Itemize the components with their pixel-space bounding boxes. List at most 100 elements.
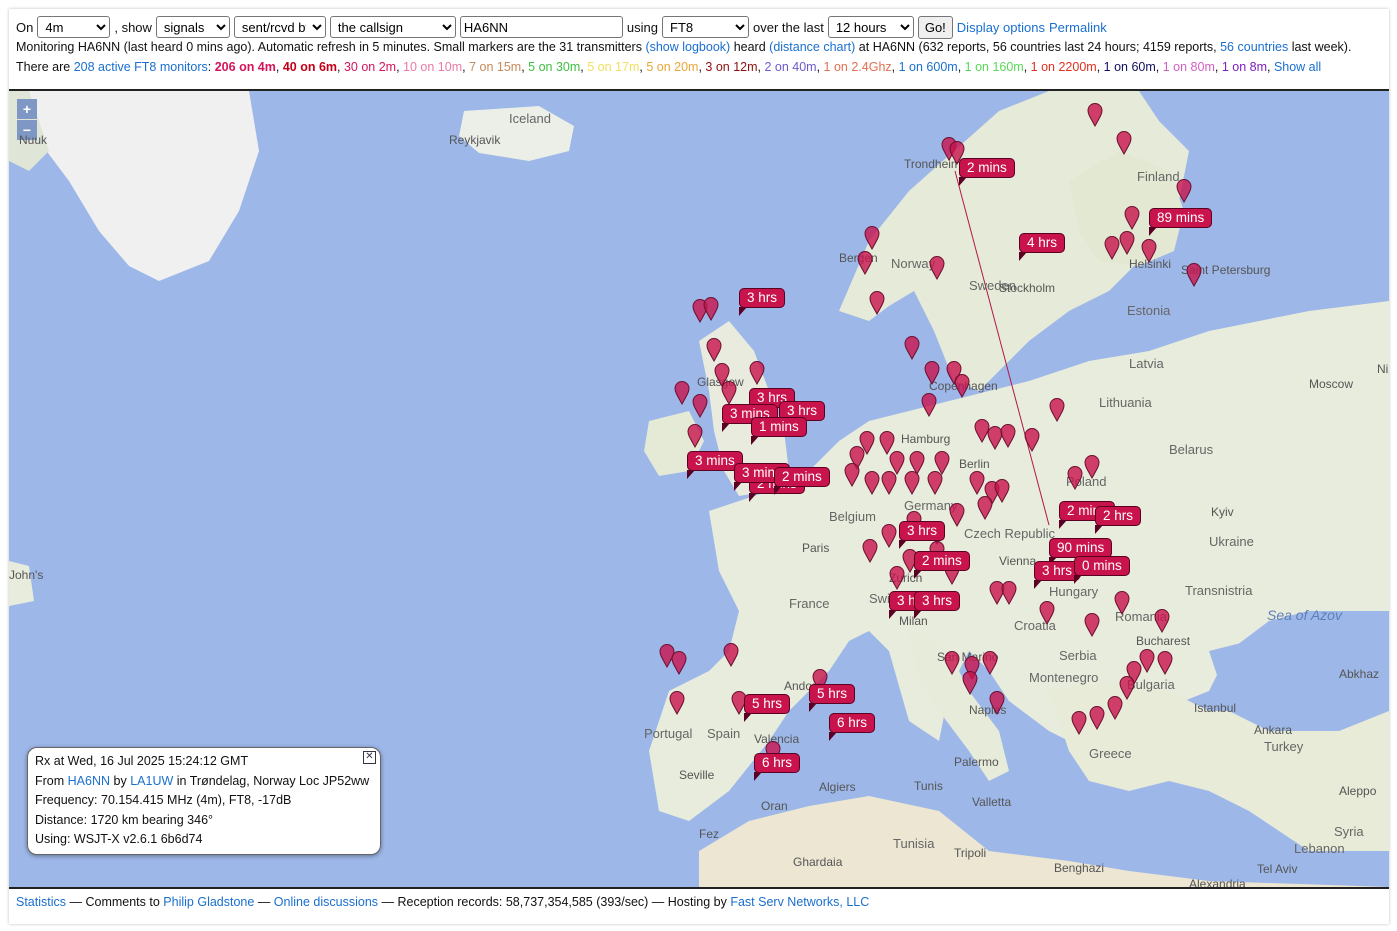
- band-count[interactable]: 5 on 17m: [587, 60, 639, 74]
- band-count[interactable]: 40 on 6m: [283, 60, 337, 74]
- station-marker-icon[interactable]: [1154, 609, 1170, 634]
- band-count[interactable]: 1 on 8m: [1222, 60, 1267, 74]
- report-tag[interactable]: 6 hrs: [754, 753, 801, 781]
- band-count[interactable]: 3 on 12m: [705, 60, 757, 74]
- zoom-in-button[interactable]: +: [17, 99, 37, 119]
- station-marker-icon[interactable]: [1084, 455, 1100, 480]
- active-monitors-link[interactable]: 208 active FT8 monitors: [74, 60, 208, 74]
- station-marker-icon[interactable]: [1114, 591, 1130, 616]
- station-marker-icon[interactable]: [904, 471, 920, 496]
- report-tag[interactable]: 1 mins: [751, 417, 807, 445]
- hosting-link[interactable]: Fast Serv Networks, LLC: [730, 895, 869, 909]
- report-tag[interactable]: 0 mins: [1074, 556, 1130, 584]
- display-options-link[interactable]: Display options: [957, 20, 1045, 35]
- report-tag[interactable]: 3 hrs: [914, 591, 961, 619]
- station-marker-icon[interactable]: [1116, 131, 1132, 156]
- station-marker-icon[interactable]: [749, 361, 765, 386]
- band-count[interactable]: 1 on 2200m: [1031, 60, 1097, 74]
- band-select[interactable]: 4m: [37, 16, 111, 38]
- station-marker-icon[interactable]: [1176, 179, 1192, 204]
- station-marker-icon[interactable]: [881, 471, 897, 496]
- station-marker-icon[interactable]: [949, 503, 965, 528]
- band-count[interactable]: 1 on 60m: [1104, 60, 1156, 74]
- show-logbook-link[interactable]: (show logbook): [645, 40, 730, 54]
- report-tag[interactable]: 3 hrs: [739, 288, 786, 316]
- station-marker-icon[interactable]: [869, 291, 885, 316]
- band-count[interactable]: 10 on 10m: [403, 60, 462, 74]
- station-marker-icon[interactable]: [1107, 696, 1123, 721]
- report-tag[interactable]: 2 hrs: [1095, 506, 1142, 534]
- station-marker-icon[interactable]: [1024, 428, 1040, 453]
- report-tag[interactable]: 2 mins: [914, 551, 970, 579]
- countries-link[interactable]: 56 countries: [1220, 40, 1288, 54]
- station-marker-icon[interactable]: [989, 691, 1005, 716]
- station-marker-icon[interactable]: [1104, 236, 1120, 261]
- from-callsign-link[interactable]: HA6NN: [68, 774, 110, 788]
- report-tag[interactable]: 90 mins: [1049, 538, 1113, 566]
- by-callsign-link[interactable]: LA1UW: [130, 774, 173, 788]
- station-marker-icon[interactable]: [1001, 581, 1017, 606]
- station-marker-icon[interactable]: [864, 226, 880, 251]
- station-marker-icon[interactable]: [1067, 466, 1083, 491]
- station-marker-icon[interactable]: [962, 671, 978, 696]
- report-tag[interactable]: 89 mins: [1149, 208, 1213, 236]
- band-count[interactable]: 5 on 30m: [528, 60, 580, 74]
- target-select[interactable]: the callsign: [329, 16, 456, 38]
- band-count[interactable]: 2 on 40m: [764, 60, 816, 74]
- station-marker-icon[interactable]: [692, 394, 708, 419]
- report-tag[interactable]: 2 mins: [959, 158, 1015, 186]
- station-marker-icon[interactable]: [927, 471, 943, 496]
- report-tag[interactable]: 4 hrs: [1019, 233, 1066, 261]
- station-marker-icon[interactable]: [674, 381, 690, 406]
- station-marker-icon[interactable]: [723, 643, 739, 668]
- close-icon[interactable]: ✕: [363, 751, 376, 764]
- station-marker-icon[interactable]: [881, 524, 897, 549]
- period-select[interactable]: 12 hours: [827, 16, 914, 38]
- station-marker-icon[interactable]: [982, 651, 998, 676]
- map[interactable]: + − Iceland Reykjavik Nuuk Trondheim Finland…: [9, 89, 1389, 889]
- station-marker-icon[interactable]: [1124, 206, 1140, 231]
- report-tag[interactable]: 5 hrs: [809, 684, 856, 712]
- station-marker-icon[interactable]: [857, 251, 873, 276]
- station-marker-icon[interactable]: [1071, 711, 1087, 736]
- mode-select[interactable]: FT8: [662, 16, 749, 38]
- report-tag[interactable]: 5 hrs: [744, 694, 791, 722]
- permalink-link[interactable]: Permalink: [1049, 20, 1107, 35]
- station-marker-icon[interactable]: [721, 381, 737, 406]
- station-marker-icon[interactable]: [671, 651, 687, 676]
- station-marker-icon[interactable]: [1186, 263, 1202, 288]
- show-all-link[interactable]: Show all: [1274, 60, 1321, 74]
- station-marker-icon[interactable]: [687, 424, 703, 449]
- station-marker-icon[interactable]: [977, 496, 993, 521]
- station-marker-icon[interactable]: [954, 374, 970, 399]
- band-count[interactable]: 5 on 20m: [646, 60, 698, 74]
- station-marker-icon[interactable]: [1089, 706, 1105, 731]
- station-marker-icon[interactable]: [706, 338, 722, 363]
- report-tag[interactable]: 3 hrs: [899, 521, 946, 549]
- station-marker-icon[interactable]: [1039, 601, 1055, 626]
- station-marker-icon[interactable]: [944, 651, 960, 676]
- band-count[interactable]: 1 on 160m: [965, 60, 1024, 74]
- show-select[interactable]: signals: [155, 16, 230, 38]
- station-marker-icon[interactable]: [1141, 239, 1157, 264]
- station-marker-icon[interactable]: [994, 479, 1010, 504]
- band-count[interactable]: 7 on 15m: [469, 60, 521, 74]
- station-marker-icon[interactable]: [904, 336, 920, 361]
- distance-chart-link[interactable]: (distance chart): [769, 40, 855, 54]
- station-marker-icon[interactable]: [969, 471, 985, 496]
- station-marker-icon[interactable]: [1000, 424, 1016, 449]
- band-count[interactable]: 1 on 80m: [1163, 60, 1215, 74]
- band-count[interactable]: 1 on 600m: [899, 60, 958, 74]
- band-count[interactable]: 1 on 2.4Ghz: [824, 60, 892, 74]
- station-marker-icon[interactable]: [1157, 651, 1173, 676]
- report-tag[interactable]: 2 mins: [774, 467, 830, 495]
- report-tag[interactable]: 6 hrs: [829, 713, 876, 741]
- station-marker-icon[interactable]: [703, 297, 719, 322]
- direction-select[interactable]: sent/rcvd by: [233, 16, 326, 38]
- statistics-link[interactable]: Statistics: [16, 895, 66, 909]
- author-link[interactable]: Philip Gladstone: [163, 895, 254, 909]
- station-marker-icon[interactable]: [924, 361, 940, 386]
- station-marker-icon[interactable]: [669, 691, 685, 716]
- station-marker-icon[interactable]: [921, 393, 937, 418]
- station-marker-icon[interactable]: [864, 471, 880, 496]
